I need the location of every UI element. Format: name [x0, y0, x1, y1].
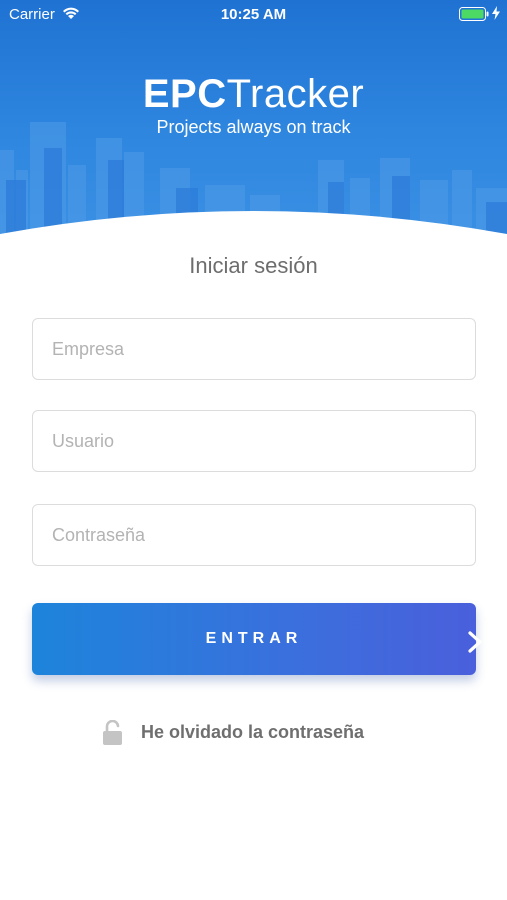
- logo-name-bold: EPC: [142, 72, 227, 116]
- login-button-label: ENTRAR: [205, 630, 303, 647]
- chevron-right-icon: [468, 631, 482, 653]
- company-input[interactable]: [33, 319, 475, 379]
- logo-wordmark: EPCTracker: [0, 72, 507, 116]
- company-field[interactable]: [32, 318, 476, 380]
- login-title: Iniciar sesión: [189, 253, 318, 278]
- battery-icon: [459, 7, 489, 21]
- forgot-password-label: He olvidado la contraseña: [141, 722, 365, 742]
- logo-name-light: Tracker: [226, 72, 365, 116]
- password-field[interactable]: [32, 504, 476, 566]
- login-button[interactable]: ENTRAR: [32, 603, 482, 675]
- username-field[interactable]: [32, 410, 476, 472]
- charging-bolt-icon: [492, 6, 500, 20]
- app-logo: EPCTracker Projects always on track: [0, 72, 507, 138]
- username-input[interactable]: [33, 411, 475, 471]
- unlock-icon: [103, 720, 122, 745]
- status-time: 10:25 AM: [220, 6, 287, 23]
- password-input[interactable]: [33, 505, 475, 565]
- status-bar: Carrier 10:25 AM: [0, 0, 507, 28]
- logo-tagline: Projects always on track: [156, 117, 351, 137]
- header-curve: [0, 211, 507, 240]
